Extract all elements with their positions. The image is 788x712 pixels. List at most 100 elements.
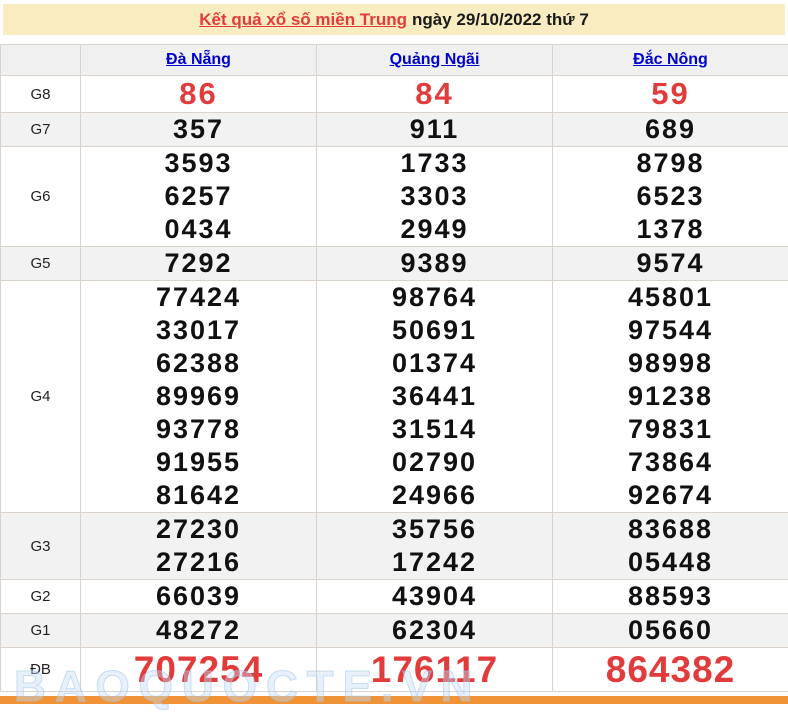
prize-number: 17242 [317,546,552,579]
prize-label: ĐB [1,648,81,692]
prize-number: 0434 [81,213,316,246]
prize-cell: 7292 [81,247,317,281]
table-row: G1482726230405660 [1,614,788,648]
province-link-2[interactable]: Quảng Ngãi [390,51,480,68]
prize-number: 31514 [317,413,552,446]
corner-cell [1,45,81,76]
prize-cell: 77424330176238889969937789195581642 [81,281,317,513]
prize-number: 8798 [553,147,788,180]
prize-cell: 48272 [81,614,317,648]
prize-number: 9389 [317,247,552,280]
prize-number: 59 [553,76,788,112]
prize-number: 6523 [553,180,788,213]
prize-cell: 879865231378 [553,147,788,247]
title-date: ngày 29/10/2022 thứ 7 [412,10,589,29]
prize-number: 357 [81,113,316,146]
prize-number: 176117 [317,648,552,691]
prize-label: G1 [1,614,81,648]
title-bar: Kết quả xổ số miền Trung ngày 29/10/2022 … [3,4,785,35]
prize-label: G5 [1,247,81,281]
table-row: G3272302721635756172428368805448 [1,513,788,580]
prize-number: 1378 [553,213,788,246]
prize-number: 9574 [553,247,788,280]
prize-number: 93778 [81,413,316,446]
prize-cell: 66039 [81,580,317,614]
prize-cell: 98764506910137436441315140279024966 [317,281,553,513]
prize-number: 98764 [317,281,552,314]
prize-number: 98998 [553,347,788,380]
prize-label: G4 [1,281,81,513]
prize-number: 50691 [317,314,552,347]
prize-number: 43904 [317,580,552,613]
results-table: Đà NẵngQuảng NgãiĐắc Nông G8868459G73579… [0,44,788,692]
prize-number: 84 [317,76,552,112]
table-row: G7357911689 [1,113,788,147]
prize-number: 77424 [81,281,316,314]
prize-cell: 88593 [553,580,788,614]
prize-number: 66039 [81,580,316,613]
table-row: G5729293899574 [1,247,788,281]
prize-cell: 173333032949 [317,147,553,247]
prize-number: 3593 [81,147,316,180]
prize-cell: 689 [553,113,788,147]
prize-cell: 62304 [317,614,553,648]
prize-number: 62388 [81,347,316,380]
prize-number: 83688 [553,513,788,546]
prize-number: 91238 [553,380,788,413]
prize-number: 02790 [317,446,552,479]
prize-number: 33017 [81,314,316,347]
table-header-row: Đà Nẵng Quảng Ngãi Đắc Nông [1,45,788,76]
prize-cell: 05660 [553,614,788,648]
prize-cell: 84 [317,76,553,113]
prize-number: 45801 [553,281,788,314]
prize-number: 05448 [553,546,788,579]
prize-cell: 59 [553,76,788,113]
prize-number: 35756 [317,513,552,546]
column-header-cell: Quảng Ngãi [317,45,553,76]
prize-number: 3303 [317,180,552,213]
prize-cell: 3575617242 [317,513,553,580]
table-row: G6359362570434173333032949879865231378 [1,147,788,247]
prize-number: 7292 [81,247,316,280]
prize-number: 05660 [553,614,788,647]
prize-label: G6 [1,147,81,247]
table-row: G8868459 [1,76,788,113]
prize-number: 48272 [81,614,316,647]
prize-number: 864382 [553,648,788,691]
prize-number: 88593 [553,580,788,613]
prize-number: 2949 [317,213,552,246]
column-header-cell: Đà Nẵng [81,45,317,76]
prize-cell: 357 [81,113,317,147]
prize-number: 27230 [81,513,316,546]
province-link-3[interactable]: Đắc Nông [633,51,708,68]
prize-cell: 9389 [317,247,553,281]
prize-number: 707254 [81,648,316,691]
prize-number: 27216 [81,546,316,579]
title-link[interactable]: Kết quả xổ số miền Trung [199,10,407,29]
prize-number: 689 [553,113,788,146]
prize-number: 73864 [553,446,788,479]
prize-cell: 43904 [317,580,553,614]
prize-number: 91955 [81,446,316,479]
prize-cell: 911 [317,113,553,147]
prize-cell: 8368805448 [553,513,788,580]
prize-number: 81642 [81,479,316,512]
column-header-cell: Đắc Nông [553,45,788,76]
table-row: G2660394390488593 [1,580,788,614]
province-link-1[interactable]: Đà Nẵng [166,51,231,68]
table-row: ĐB707254176117864382 [1,648,788,692]
prize-cell: 176117 [317,648,553,692]
prize-label: G8 [1,76,81,113]
prize-cell: 86 [81,76,317,113]
prize-number: 86 [81,76,316,112]
prize-label: G7 [1,113,81,147]
prize-cell: 45801975449899891238798317386492674 [553,281,788,513]
table-row: G477424330176238889969937789195581642987… [1,281,788,513]
prize-number: 911 [317,113,552,146]
prize-label: G2 [1,580,81,614]
bottom-orange-bar [0,696,788,704]
prize-number: 01374 [317,347,552,380]
prize-number: 92674 [553,479,788,512]
prize-label: G3 [1,513,81,580]
prize-number: 6257 [81,180,316,213]
